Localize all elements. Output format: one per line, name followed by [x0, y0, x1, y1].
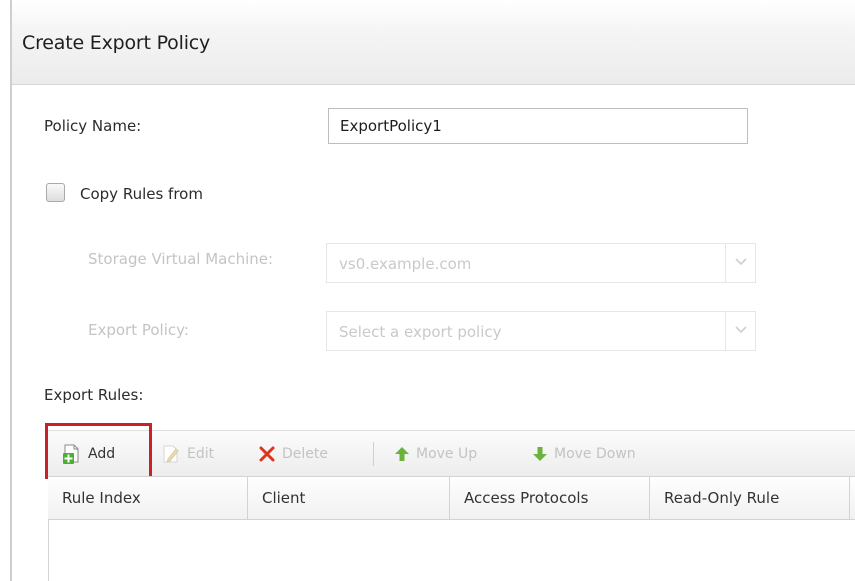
copy-rules-label: Copy Rules from [80, 185, 203, 203]
export-policy-select-arrow[interactable] [725, 312, 755, 350]
move-down-button-label: Move Down [554, 445, 636, 462]
dialog-title: Create Export Policy [22, 32, 211, 54]
move-down-button[interactable]: Move Down [532, 431, 636, 476]
arrow-up-icon [394, 446, 410, 462]
move-up-button[interactable]: Move Up [394, 431, 477, 476]
window-left-edge [10, 0, 12, 581]
export-policy-select[interactable]: Select a export policy [326, 311, 756, 351]
arrow-down-icon [532, 446, 548, 462]
svm-select[interactable]: vs0.example.com [326, 243, 756, 283]
export-policy-select-placeholder: Select a export policy [339, 323, 502, 341]
export-policy-label: Export Policy: [88, 321, 189, 339]
move-up-button-label: Move Up [416, 445, 478, 462]
delete-button[interactable]: Delete [258, 431, 328, 476]
export-rules-label: Export Rules: [44, 386, 144, 404]
svm-label: Storage Virtual Machine: [88, 250, 274, 268]
column-header-access-protocols[interactable]: Access Protocols [450, 477, 650, 519]
edit-button-label: Edit [187, 445, 215, 462]
chevron-down-icon [735, 258, 747, 266]
dialog-header: Create Export Policy [12, 0, 855, 85]
column-header-client[interactable]: Client [248, 477, 450, 519]
export-rules-grid-body [48, 520, 855, 581]
edit-icon [161, 444, 181, 464]
toolbar-separator [373, 442, 374, 466]
column-header-read-only-rule[interactable]: Read-Only Rule [650, 477, 850, 519]
column-header-rule-index[interactable]: Rule Index [48, 477, 248, 519]
svm-select-arrow[interactable] [725, 244, 755, 282]
edit-button[interactable]: Edit [161, 431, 214, 476]
copy-rules-checkbox[interactable] [46, 183, 65, 202]
add-button-highlight [45, 423, 152, 479]
delete-icon [258, 445, 276, 463]
policy-name-label: Policy Name: [44, 117, 142, 135]
export-rules-grid-header: Rule Index Client Access Protocols Read-… [48, 476, 855, 520]
policy-name-input[interactable] [328, 108, 748, 144]
svm-select-value: vs0.example.com [339, 255, 472, 273]
chevron-down-icon [735, 326, 747, 334]
export-rules-toolbar: Add Edit Delete Move Up Move Down [48, 430, 855, 476]
delete-button-label: Delete [282, 445, 328, 462]
